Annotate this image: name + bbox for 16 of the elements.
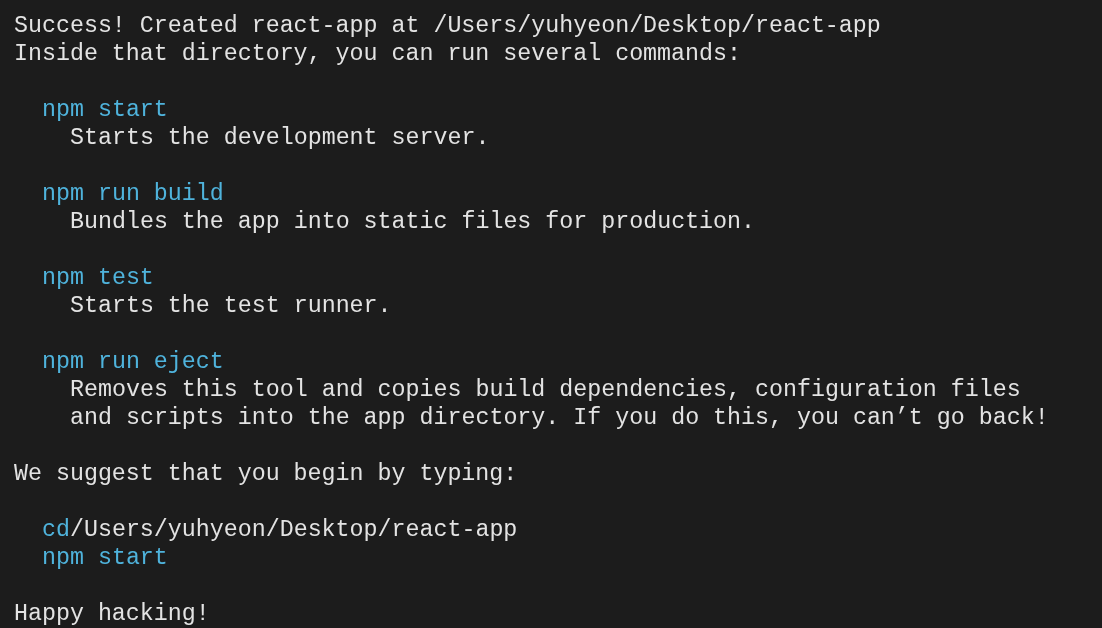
command-text: cd — [42, 517, 70, 543]
output-text: We suggest that you begin by typing: — [14, 461, 518, 487]
output-text: Inside that directory, you can run several commands: — [14, 41, 741, 67]
command-text: npm run eject — [42, 349, 224, 375]
command-description: Bundles the app into static files for production. — [70, 209, 756, 235]
command-argument: /Users/yuhyeon/Desktop/react-app — [69, 517, 518, 543]
command-text: npm test — [42, 265, 154, 291]
command-description: Starts the development server. — [70, 125, 490, 151]
command-description: Starts the test runner. — [70, 293, 392, 319]
command-description: Removes this tool and copies build dependencies, configuration files — [70, 377, 1021, 403]
command-description: and scripts into the app directory. If you do this, you can’t go back! — [70, 405, 1049, 431]
output-text: Success! Created react-app at /Users/yuhyeon/Desktop/react-app — [14, 13, 881, 39]
command-text: npm run build — [42, 181, 224, 207]
command-text: npm start — [42, 97, 168, 123]
output-text: Happy hacking! — [14, 601, 210, 627]
command-text: npm start — [42, 545, 168, 571]
